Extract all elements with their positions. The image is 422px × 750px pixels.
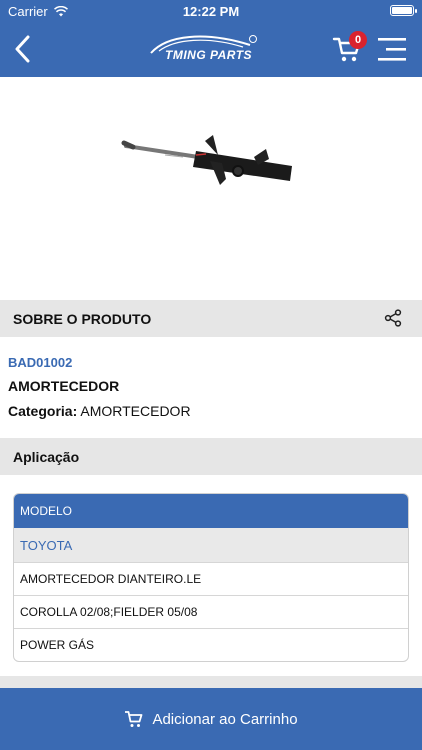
table-brand-row: TOYOTA — [14, 528, 408, 562]
app-header: Carrier 12:22 PM TMING PARTS 0 — [0, 0, 422, 77]
screen: Carrier 12:22 PM TMING PARTS 0 SOBRE O P… — [0, 0, 422, 750]
menu-button[interactable] — [378, 36, 406, 64]
table-row: POWER GÁS — [14, 628, 408, 661]
shock-absorber-image — [121, 135, 292, 185]
add-to-cart-button[interactable]: Adicionar ao Carrinho — [0, 688, 422, 750]
application-table: MODELO TOYOTA AMORTECEDOR DIANTEIRO.LE C… — [13, 493, 409, 662]
back-button[interactable] — [8, 32, 36, 66]
table-row: AMORTECEDOR DIANTEIRO.LE — [14, 562, 408, 595]
cart-count-badge: 0 — [349, 31, 367, 49]
table-row: COROLLA 02/08;FIELDER 05/08 — [14, 595, 408, 628]
application-section-header: Aplicação — [0, 438, 422, 475]
cart-small-icon — [125, 711, 143, 727]
product-name: AMORTECEDOR — [8, 378, 120, 394]
product-info: BAD01002 AMORTECEDOR Categoria: AMORTECE… — [8, 355, 408, 419]
product-code: BAD01002 — [8, 355, 73, 370]
product-category: Categoria: AMORTECEDOR — [8, 403, 408, 419]
application-section-title: Aplicação — [13, 448, 80, 465]
category-value: AMORTECEDOR — [80, 403, 191, 419]
logo-text: TMING PARTS — [165, 48, 253, 62]
table-header-model: MODELO — [14, 494, 408, 528]
add-to-cart-label: Adicionar ao Carrinho — [152, 710, 298, 728]
battery-icon — [390, 5, 417, 16]
share-button[interactable] — [384, 309, 402, 327]
product-image — [0, 77, 422, 300]
about-section-header: SOBRE O PRODUTO — [0, 300, 422, 337]
menu-icon — [378, 38, 406, 61]
brand-logo: TMING PARTS — [145, 27, 265, 67]
about-section-title: SOBRE O PRODUTO — [13, 310, 152, 327]
category-label: Categoria: — [8, 403, 78, 419]
back-arrow-icon — [15, 35, 30, 63]
clock: 12:22 PM — [182, 4, 240, 19]
divider — [0, 676, 422, 688]
status-bar: Carrier 12:22 PM — [0, 0, 422, 22]
share-icon — [384, 309, 402, 327]
